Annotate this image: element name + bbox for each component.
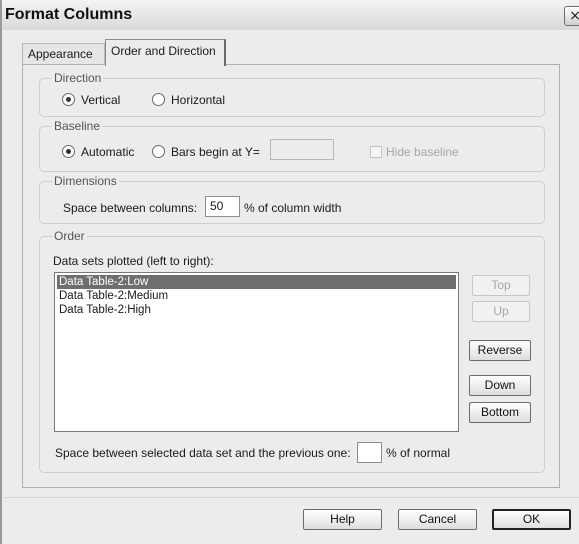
close-icon: × [569, 8, 579, 24]
order-legend: Order [52, 229, 87, 243]
bottom-button[interactable]: Bottom [469, 402, 531, 423]
baseline-legend: Baseline [52, 119, 103, 133]
close-button[interactable]: × [564, 6, 579, 26]
list-item[interactable]: Data Table-2:Medium [57, 289, 456, 303]
automatic-radio[interactable] [62, 145, 75, 158]
space-between-columns-label: Space between columns: [63, 201, 198, 215]
dimensions-legend: Dimensions [52, 174, 119, 188]
list-item[interactable]: Data Table-2:Low [57, 275, 456, 289]
help-button[interactable]: Help [303, 509, 382, 530]
automatic-label[interactable]: Automatic [81, 145, 134, 159]
column-width-unit-label: % of column width [244, 201, 342, 215]
spacing-previous-label: Space between selected data set and the … [55, 446, 351, 460]
horizontal-label[interactable]: Horizontal [171, 93, 225, 107]
footer-divider [4, 497, 579, 498]
data-sets-listbox[interactable]: Data Table-2:Low Data Table-2:Medium Dat… [54, 272, 459, 432]
bars-begin-label[interactable]: Bars begin at Y= [171, 145, 260, 159]
reverse-button[interactable]: Reverse [469, 340, 531, 361]
horizontal-radio[interactable] [152, 93, 165, 106]
tab-order-and-direction-label: Order and Direction [111, 44, 216, 58]
percent-of-normal-label: % of normal [386, 446, 451, 460]
vertical-label[interactable]: Vertical [81, 93, 120, 107]
list-item[interactable]: Data Table-2:High [57, 303, 456, 317]
tab-appearance[interactable]: Appearance [22, 43, 105, 65]
format-columns-dialog: Format Columns × Appearance Order and Di… [0, 0, 579, 544]
vertical-radio[interactable] [62, 93, 75, 106]
radio-selected-dot [66, 149, 71, 154]
space-between-columns-input[interactable]: 50 [205, 196, 240, 217]
tab-appearance-label: Appearance [28, 47, 93, 61]
baseline-y-input[interactable] [270, 139, 334, 160]
cancel-button[interactable]: Cancel [398, 509, 477, 530]
window-title: Format Columns [5, 6, 133, 23]
top-button[interactable]: Top [472, 275, 530, 296]
radio-selected-dot [66, 97, 71, 102]
up-button[interactable]: Up [472, 301, 530, 322]
hide-baseline-label[interactable]: Hide baseline [386, 145, 459, 159]
hide-baseline-checkbox[interactable] [370, 146, 382, 158]
spacing-previous-input[interactable] [357, 442, 382, 463]
data-sets-list-label: Data sets plotted (left to right): [53, 254, 214, 268]
tab-bar: Appearance Order and Direction [22, 39, 562, 66]
direction-legend: Direction [52, 71, 104, 85]
down-button[interactable]: Down [469, 375, 531, 396]
ok-button[interactable]: OK [492, 509, 571, 530]
tab-order-and-direction[interactable]: Order and Direction [105, 39, 226, 66]
bars-begin-radio[interactable] [152, 145, 165, 158]
title-bar[interactable]: Format Columns × [2, 0, 579, 30]
